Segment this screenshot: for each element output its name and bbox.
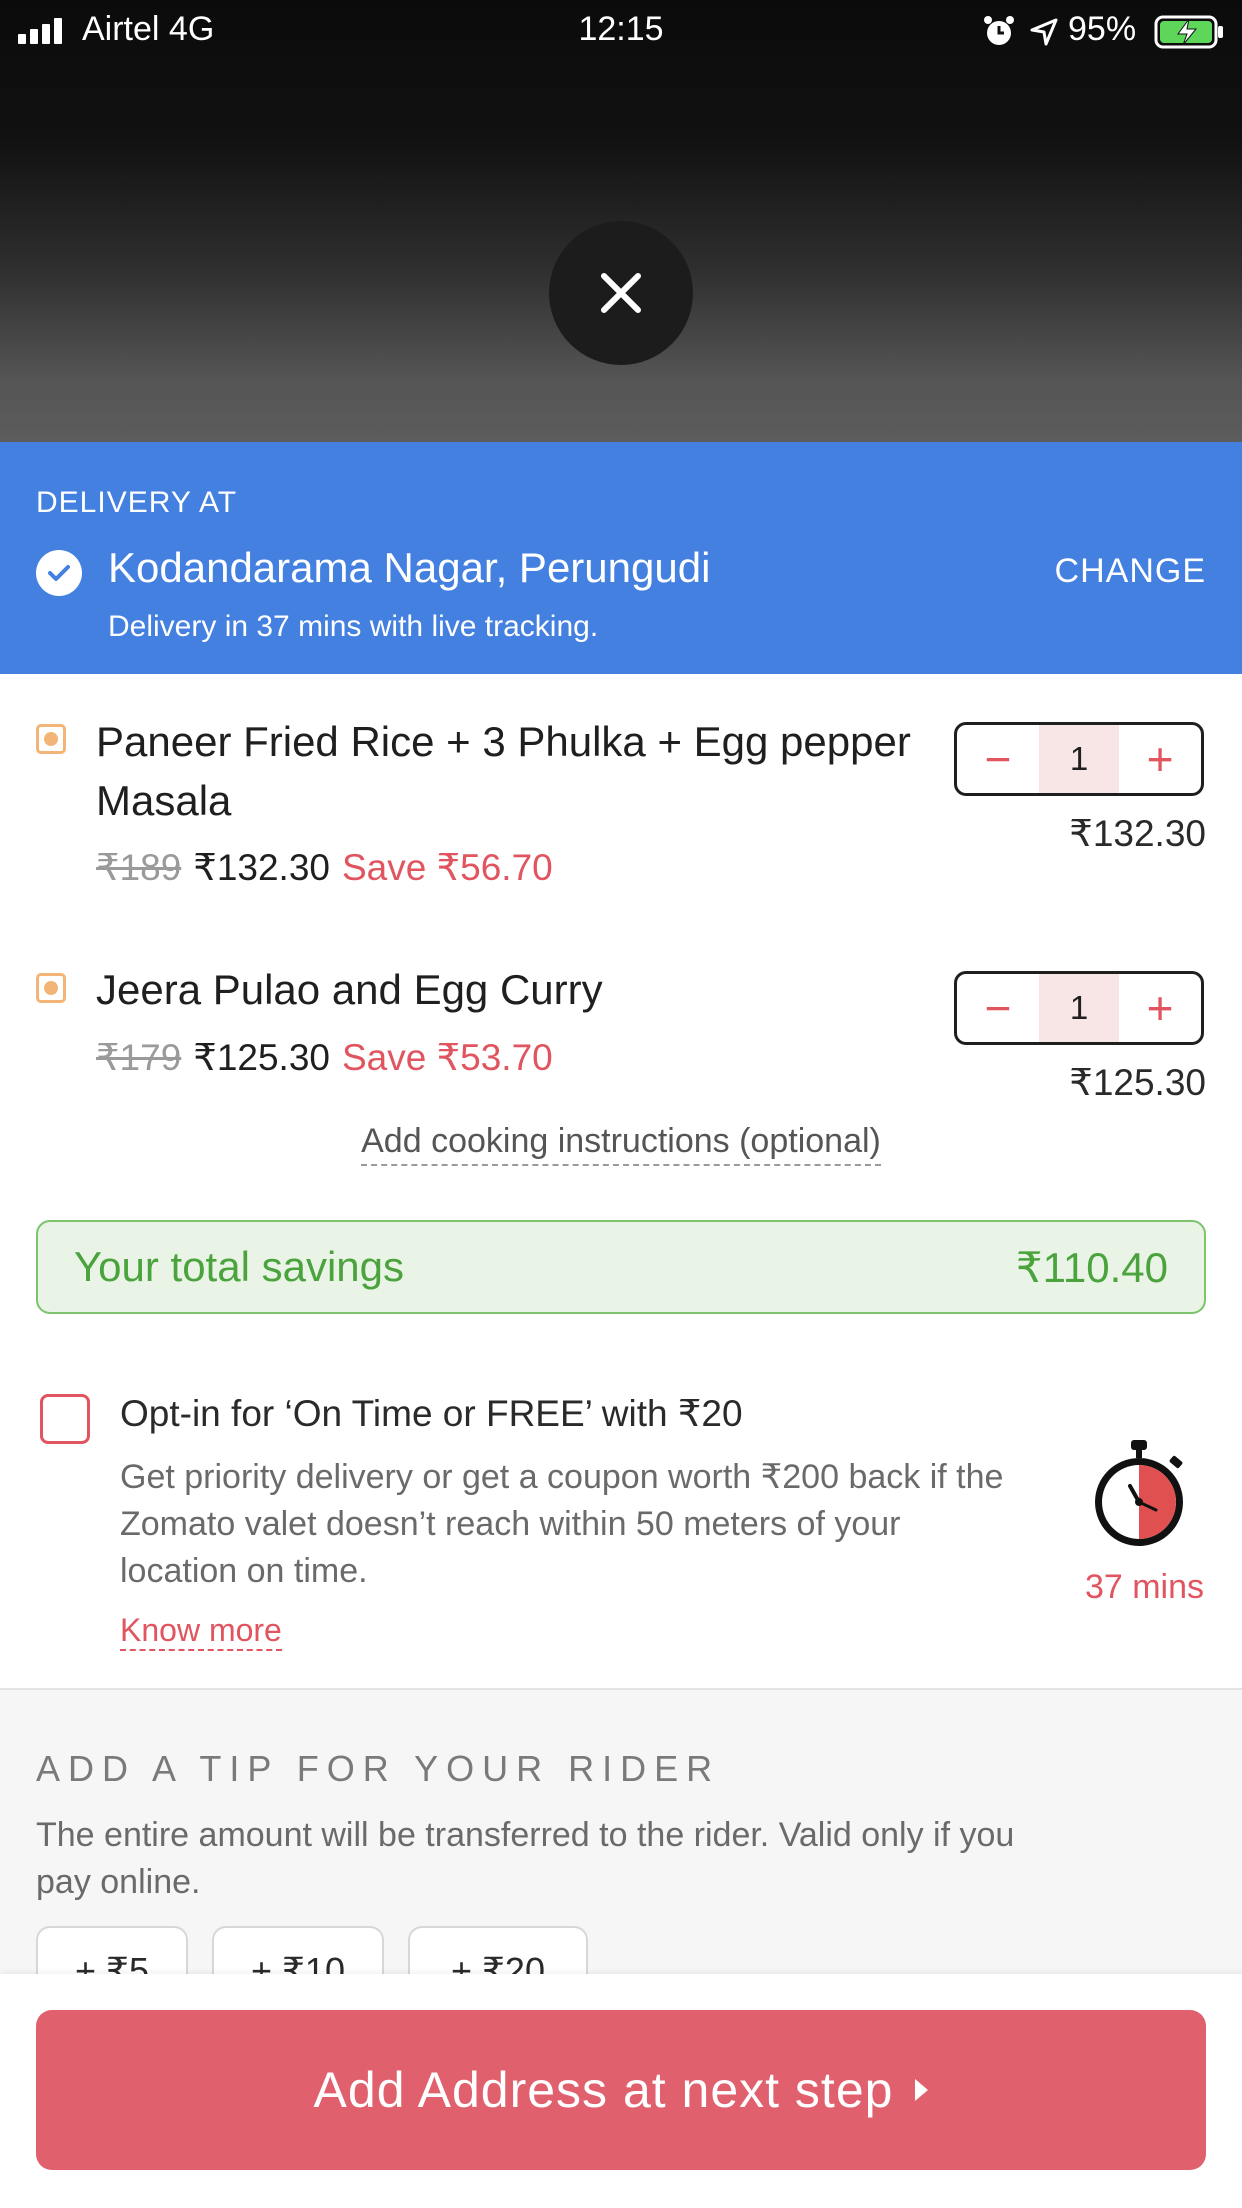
veg-indicator-icon [36,973,66,1003]
tip-title: ADD A TIP FOR YOUR RIDER [36,1748,721,1789]
know-more-link[interactable]: Know more [120,1612,282,1651]
change-address-button[interactable]: CHANGE [1055,552,1206,591]
stopwatch-icon [1095,1440,1183,1546]
check-circle-icon [36,550,82,596]
on-time-optin-checkbox[interactable] [40,1394,90,1444]
quantity-value: 1 [1039,974,1119,1042]
add-address-button[interactable]: Add Address at next step [36,2010,1206,2170]
on-time-eta: 37 mins [1084,1568,1204,1606]
original-price: ₹179 [96,1037,182,1078]
location-arrow-icon [1030,18,1058,46]
cooking-instructions-row: Add cooking instructions (optional) [0,1122,1242,1166]
increase-quantity-button[interactable]: + [1119,725,1201,793]
delivery-header: DELIVERY AT Kodandarama Nagar, Perungudi… [0,442,1242,674]
on-time-title: Opt-in for ‘On Time or FREE’ with ₹20 [120,1393,743,1434]
discounted-price: ₹125.30 [193,1037,330,1078]
original-price: ₹189 [96,847,182,888]
quantity-stepper: − 1 + [954,971,1204,1045]
total-savings-banner: Your total savings ₹110.40 [36,1220,1206,1314]
alarm-icon [984,16,1014,45]
delivery-eta: Delivery in 37 mins with live tracking. [108,610,599,643]
savings-amount: Save ₹56.70 [342,847,553,888]
quantity-stepper: − 1 + [954,722,1204,796]
battery-charging-icon [1154,15,1223,49]
increase-quantity-button[interactable]: + [1119,974,1201,1042]
decrease-quantity-button[interactable]: − [957,974,1039,1042]
delivery-address: Kodandarama Nagar, Perungudi [108,544,711,591]
battery-percentage: 95% [1068,10,1137,48]
total-savings-value: ₹110.40 [1015,1243,1168,1291]
dimmed-backdrop[interactable]: Airtel 4G 12:15 95% [0,0,1242,442]
quantity-value: 1 [1039,725,1119,793]
add-address-label: Add Address at next step [313,2062,894,2118]
tip-section: ADD A TIP FOR YOUR RIDER The entire amou… [0,1688,1242,2016]
close-button[interactable] [549,221,693,365]
bottom-action-bar: Add Address at next step [0,1974,1242,2208]
close-icon [601,273,641,313]
item-price-line: ₹189 ₹132.30 Save ₹56.70 [96,846,553,889]
item-price-line: ₹179 ₹125.30 Save ₹53.70 [96,1036,553,1079]
veg-indicator-icon [36,724,66,754]
cooking-instructions-link[interactable]: Add cooking instructions (optional) [361,1122,881,1166]
caret-right-icon [915,2079,929,2101]
total-savings-label: Your total savings [74,1243,404,1290]
item-total: ₹132.30 [1069,813,1206,854]
on-time-description: Get priority delivery or get a coupon wo… [120,1458,1004,1590]
tip-description: The entire amount will be transferred to… [36,1816,1015,1901]
item-total: ₹125.30 [1069,1062,1206,1103]
decrease-quantity-button[interactable]: − [957,725,1039,793]
delivery-label: DELIVERY AT [36,486,238,519]
discounted-price: ₹132.30 [193,847,330,888]
savings-amount: Save ₹53.70 [342,1037,553,1078]
item-name: Paneer Fried Rice + 3 Phulka + Egg peppe… [96,718,911,824]
item-name: Jeera Pulao and Egg Curry [96,966,603,1013]
